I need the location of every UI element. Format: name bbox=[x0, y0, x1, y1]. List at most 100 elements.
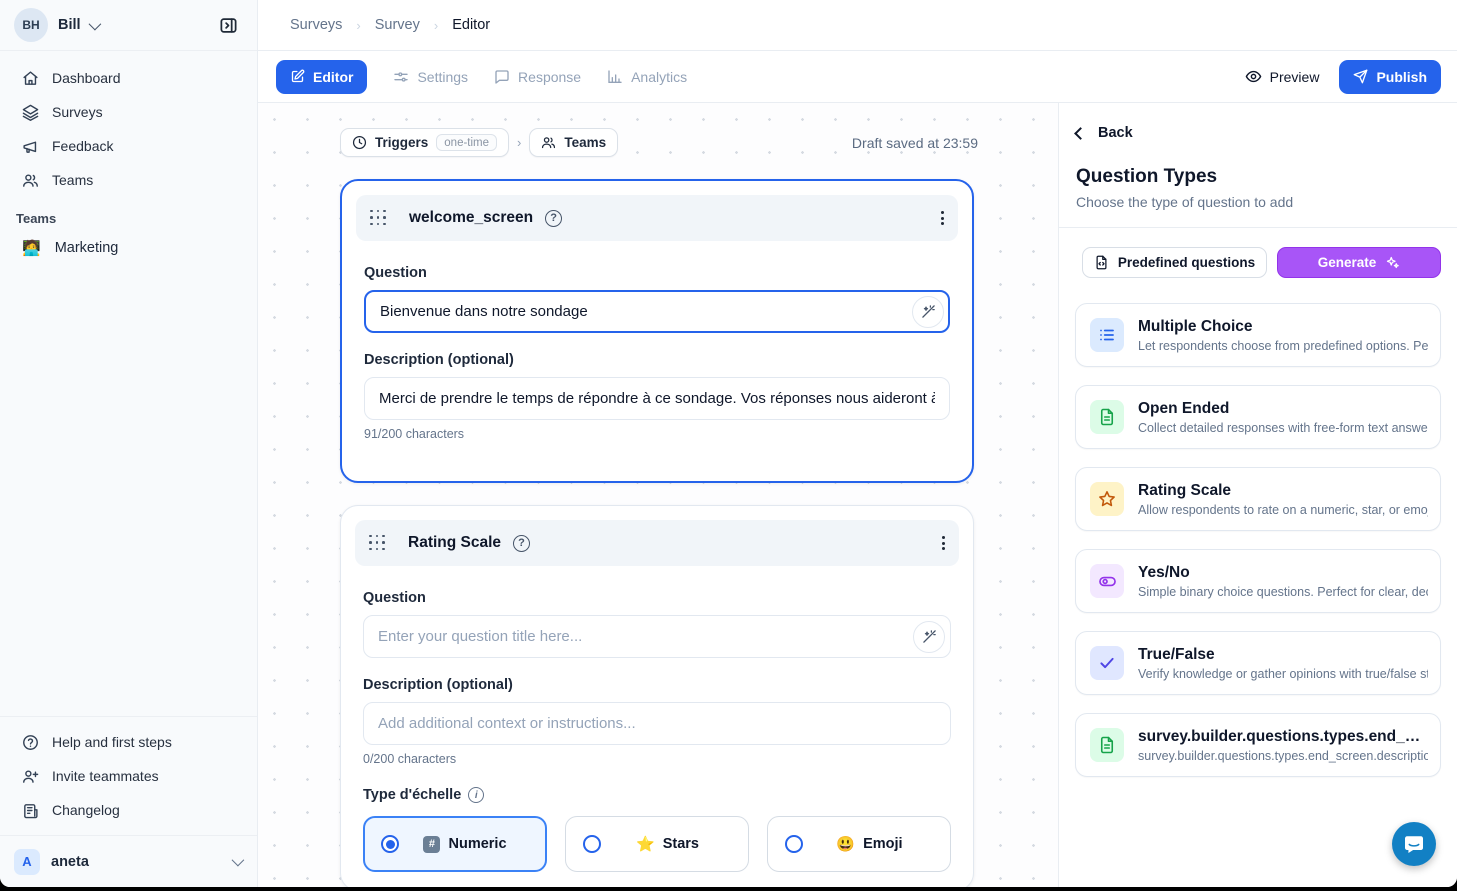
avatar[interactable]: BH bbox=[14, 8, 48, 42]
help-icon[interactable]: ? bbox=[545, 210, 562, 227]
file-text-icon bbox=[1090, 400, 1124, 434]
chat-bubble-icon bbox=[494, 69, 510, 85]
question-type-yes-no[interactable]: Yes/No Simple binary choice questions. P… bbox=[1075, 549, 1441, 613]
scale-option-label: Emoji bbox=[863, 836, 902, 852]
question-type-true-false[interactable]: True/False Verify knowledge or gather op… bbox=[1075, 631, 1441, 695]
team-name: Marketing bbox=[55, 240, 119, 256]
triggers-label: Triggers bbox=[375, 135, 428, 150]
question-type-description: survey.builder.questions.types.end_scree… bbox=[1138, 749, 1428, 763]
account-switcher[interactable]: A aneta bbox=[0, 835, 257, 887]
drag-handle-icon[interactable] bbox=[369, 535, 386, 552]
panel-title: Question Types bbox=[1059, 141, 1457, 188]
tab-label: Editor bbox=[313, 69, 353, 85]
question-card-rating-scale[interactable]: Rating Scale ? Question Description (opt… bbox=[340, 505, 974, 887]
sliders-icon bbox=[393, 69, 409, 85]
panel-subtitle: Choose the type of question to add bbox=[1059, 188, 1457, 228]
question-type-description: Collect detailed responses with free-for… bbox=[1138, 421, 1428, 435]
question-type-multiple-choice[interactable]: Multiple Choice Let respondents choose f… bbox=[1075, 303, 1441, 367]
chevron-left-icon bbox=[1074, 127, 1087, 140]
sidebar-item-label: Help and first steps bbox=[52, 734, 172, 750]
magic-wand-button[interactable] bbox=[913, 621, 945, 653]
editor-toolbar: Editor Settings Response Analytics Previ… bbox=[258, 51, 1457, 103]
magic-wand-button[interactable] bbox=[912, 296, 944, 328]
question-type-description: Let respondents choose from predefined o… bbox=[1138, 339, 1428, 353]
one-time-badge: one-time bbox=[436, 134, 497, 151]
check-icon bbox=[1090, 646, 1124, 680]
question-type-name: survey.builder.questions.types.end_scr..… bbox=[1138, 728, 1428, 746]
scale-option-emoji[interactable]: 😃 Emoji bbox=[767, 816, 951, 872]
question-label: Question bbox=[363, 590, 951, 606]
home-icon bbox=[22, 70, 39, 87]
clock-icon bbox=[352, 135, 367, 150]
back-button[interactable]: Back bbox=[1059, 103, 1457, 141]
users-icon bbox=[22, 172, 39, 189]
help-circle-icon bbox=[22, 734, 39, 751]
preview-button[interactable]: Preview bbox=[1245, 68, 1320, 85]
tab-label: Analytics bbox=[631, 69, 687, 85]
star-icon bbox=[1090, 482, 1124, 516]
question-type-end-screen[interactable]: survey.builder.questions.types.end_scr..… bbox=[1075, 713, 1441, 777]
layers-icon bbox=[22, 104, 39, 121]
drag-handle-icon[interactable] bbox=[370, 210, 387, 227]
tab-settings[interactable]: Settings bbox=[393, 69, 468, 85]
scale-option-numeric[interactable]: # Numeric bbox=[363, 816, 547, 872]
sidebar-item-surveys[interactable]: Surveys bbox=[12, 95, 245, 129]
kebab-menu-icon[interactable] bbox=[941, 211, 944, 225]
sidebar-item-label: Invite teammates bbox=[52, 768, 159, 784]
publish-button[interactable]: Publish bbox=[1339, 60, 1441, 94]
sidebar-item-dashboard[interactable]: Dashboard bbox=[12, 61, 245, 95]
sidebar-collapse-button[interactable] bbox=[213, 10, 243, 40]
preview-label: Preview bbox=[1270, 69, 1320, 85]
breadcrumb-survey[interactable]: Survey bbox=[375, 17, 420, 33]
help-icon[interactable]: ? bbox=[513, 535, 530, 552]
megaphone-icon bbox=[22, 138, 39, 155]
triggers-pill[interactable]: Triggers one-time bbox=[340, 128, 509, 157]
description-input[interactable] bbox=[363, 702, 951, 745]
question-type-rating-scale[interactable]: Rating Scale Allow respondents to rate o… bbox=[1075, 467, 1441, 531]
question-title-input[interactable] bbox=[363, 615, 951, 658]
question-card-header: Rating Scale ? bbox=[355, 520, 959, 566]
smiley-emoji-icon: 😃 bbox=[836, 835, 855, 853]
sidebar-footer: Help and first steps Invite teammates Ch… bbox=[0, 716, 257, 835]
sidebar-item-changelog[interactable]: Changelog bbox=[12, 793, 245, 827]
sidebar-item-feedback[interactable]: Feedback bbox=[12, 129, 245, 163]
breadcrumb: Surveys › Survey › Editor bbox=[258, 0, 1457, 51]
back-label: Back bbox=[1098, 125, 1133, 141]
send-icon bbox=[1353, 69, 1368, 84]
sidebar-item-invite[interactable]: Invite teammates bbox=[12, 759, 245, 793]
generate-button[interactable]: Generate bbox=[1277, 247, 1441, 278]
char-counter: 0/200 characters bbox=[363, 752, 951, 766]
kebab-menu-icon[interactable] bbox=[942, 536, 945, 550]
info-icon[interactable]: i bbox=[468, 787, 484, 803]
tab-response[interactable]: Response bbox=[494, 69, 581, 85]
generate-label: Generate bbox=[1318, 255, 1377, 270]
user-name[interactable]: Bill bbox=[58, 17, 81, 33]
chevron-right-icon: › bbox=[434, 18, 438, 33]
teams-pill[interactable]: Teams bbox=[529, 128, 618, 157]
tab-analytics[interactable]: Analytics bbox=[607, 69, 687, 85]
breadcrumb-surveys[interactable]: Surveys bbox=[290, 17, 342, 33]
question-type-description: Verify knowledge or gather opinions with… bbox=[1138, 667, 1428, 681]
sidebar-item-help[interactable]: Help and first steps bbox=[12, 725, 245, 759]
sidebar-item-label: Surveys bbox=[52, 104, 103, 120]
survey-canvas: Triggers one-time › Teams Draft saved at… bbox=[258, 103, 1058, 887]
chat-launcher-button[interactable] bbox=[1392, 822, 1436, 866]
bar-chart-icon bbox=[607, 69, 623, 85]
question-title-input[interactable] bbox=[364, 290, 950, 333]
question-type-open-ended[interactable]: Open Ended Collect detailed responses wi… bbox=[1075, 385, 1441, 449]
predefined-questions-button[interactable]: Predefined questions bbox=[1082, 247, 1267, 278]
teams-pill-label: Teams bbox=[564, 135, 606, 150]
question-card-welcome-screen[interactable]: welcome_screen ? Question Description (o… bbox=[340, 179, 974, 483]
scale-option-stars[interactable]: ⭐ Stars bbox=[565, 816, 749, 872]
tab-editor[interactable]: Editor bbox=[276, 60, 367, 94]
question-card-header: welcome_screen ? bbox=[356, 195, 958, 241]
question-types-panel: Back Question Types Choose the type of q… bbox=[1058, 103, 1457, 887]
sidebar-item-teams[interactable]: Teams bbox=[12, 163, 245, 197]
sidebar-team-marketing[interactable]: 🧑‍💻 Marketing bbox=[0, 232, 257, 264]
draft-status: Draft saved at 23:59 bbox=[852, 135, 978, 151]
scale-option-label: Numeric bbox=[448, 836, 506, 852]
question-type-name: Multiple Choice bbox=[1138, 318, 1428, 336]
sidebar: BH Bill Dashboard Surveys Feedback Te bbox=[0, 0, 258, 887]
breadcrumb-editor: Editor bbox=[452, 17, 490, 33]
description-input[interactable] bbox=[364, 377, 950, 420]
